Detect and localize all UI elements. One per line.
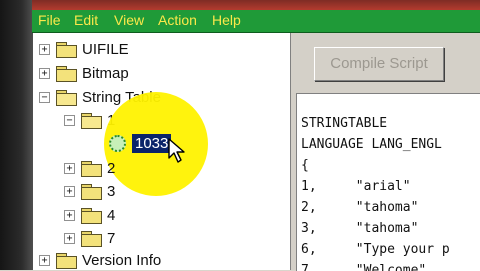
tree-item-label: 3 bbox=[107, 182, 116, 200]
folder-icon bbox=[81, 207, 102, 224]
folder-icon bbox=[81, 160, 102, 177]
mouse-pointer-icon bbox=[168, 138, 185, 163]
tree-item-label: UIFILE bbox=[82, 40, 129, 58]
expand-icon[interactable]: + bbox=[64, 162, 75, 174]
tree-item-7[interactable]: + 7 bbox=[64, 227, 115, 249]
tree-item-3[interactable]: + 3 bbox=[64, 180, 115, 202]
code-line: 6, "Type your p bbox=[301, 242, 450, 257]
folder-open-icon bbox=[56, 89, 77, 106]
expand-icon[interactable]: + bbox=[64, 185, 75, 197]
folder-icon bbox=[56, 252, 77, 269]
folder-icon bbox=[56, 41, 77, 58]
expand-icon[interactable]: + bbox=[39, 67, 50, 79]
resource-tree[interactable]: + UIFILE + Bitmap − String Table − 1 103… bbox=[33, 33, 291, 270]
code-line: LANGUAGE LANG_ENGL bbox=[301, 137, 442, 152]
compile-script-button[interactable]: Compile Script bbox=[314, 47, 444, 81]
collapse-icon[interactable]: − bbox=[64, 114, 75, 126]
tree-item-label: Version Info bbox=[82, 251, 162, 269]
gear-icon bbox=[109, 134, 126, 152]
tree-item-4[interactable]: + 4 bbox=[64, 204, 115, 226]
tree-item-2[interactable]: + 2 bbox=[64, 157, 115, 179]
tree-item-bitmap[interactable]: + Bitmap bbox=[39, 62, 129, 84]
tree-item-version-info[interactable]: + Version Info bbox=[39, 249, 161, 271]
tree-item-label: 2 bbox=[107, 159, 116, 177]
tree-item-uifile[interactable]: + UIFILE bbox=[39, 38, 129, 60]
folder-icon bbox=[81, 183, 102, 200]
menu-view[interactable]: View bbox=[114, 12, 144, 28]
tree-item-label-selected: 1033 bbox=[132, 133, 172, 153]
tree-item-label: 4 bbox=[107, 206, 116, 224]
tree-item-label: 7 bbox=[107, 229, 116, 247]
folder-open-icon bbox=[81, 112, 102, 129]
expand-icon[interactable]: + bbox=[64, 232, 75, 244]
script-editor[interactable]: STRINGTABLE LANGUAGE LANG_ENGL { 1, "ari… bbox=[296, 93, 480, 271]
code-line: 2, "tahoma" bbox=[301, 200, 419, 215]
title-bar bbox=[32, 0, 480, 10]
menu-action[interactable]: Action bbox=[158, 12, 197, 28]
menu-edit[interactable]: Edit bbox=[74, 12, 98, 28]
code-line: 3, "tahoma" bbox=[301, 221, 419, 236]
expand-icon[interactable]: + bbox=[39, 43, 50, 55]
menu-bar: File Edit View Action Help bbox=[32, 10, 480, 33]
collapse-icon[interactable]: − bbox=[39, 91, 50, 103]
code-line: 1, "arial" bbox=[301, 179, 411, 194]
folder-icon bbox=[81, 230, 102, 247]
code-line: { bbox=[301, 158, 309, 173]
menu-help[interactable]: Help bbox=[212, 12, 241, 28]
expand-icon[interactable]: + bbox=[39, 254, 50, 266]
tree-item-1033[interactable]: 1033 bbox=[109, 132, 172, 154]
code-line: STRINGTABLE bbox=[301, 116, 388, 131]
expand-icon[interactable]: + bbox=[64, 209, 75, 221]
tree-item-label: Bitmap bbox=[82, 64, 129, 82]
menu-file[interactable]: File bbox=[38, 12, 61, 28]
folder-icon bbox=[56, 65, 77, 82]
